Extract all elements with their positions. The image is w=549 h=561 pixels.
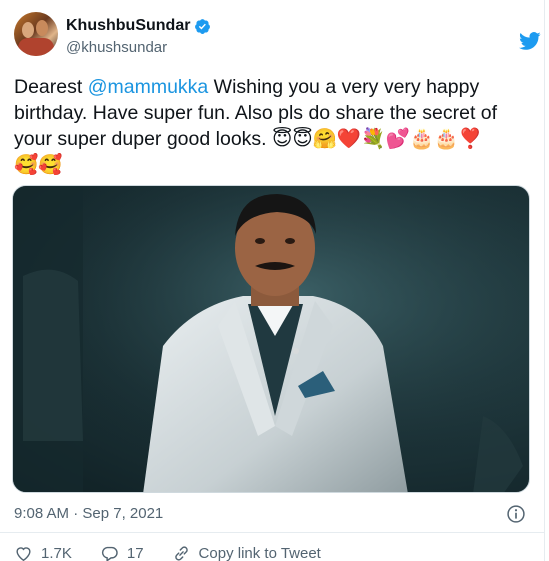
tweet-text: Dearest @mammukka Wishing you a very ver…	[14, 74, 534, 178]
mention-link[interactable]: @mammukka	[88, 76, 209, 98]
verified-badge-icon	[195, 18, 211, 34]
reply-button[interactable]: 17	[100, 544, 144, 561]
heart-icon	[16, 546, 31, 561]
info-icon[interactable]	[506, 504, 526, 524]
emoji-sequence: 😇😇🤗❤️💐💕🎂🎂❣️	[272, 128, 483, 150]
tweet-timestamp[interactable]: 9:08 AM · Sep 7, 2021	[14, 504, 163, 524]
tweet-text-part: Dearest	[14, 76, 88, 98]
link-icon	[174, 545, 188, 561]
emoji-sequence: 🥰🥰	[14, 154, 63, 176]
reply-count: 17	[126, 544, 144, 561]
user-handle[interactable]: @khushsundar	[66, 38, 211, 58]
avatar[interactable]	[14, 12, 58, 56]
portrait-illustration	[13, 186, 529, 492]
display-name[interactable]: KhushbuSundar	[66, 16, 190, 36]
divider	[0, 532, 544, 533]
tweet-actions: 1.7K 17 Copy link to Tweet	[14, 543, 349, 561]
tweet-photo[interactable]	[12, 185, 530, 493]
reply-bubble-icon	[101, 546, 118, 561]
twitter-bird-icon[interactable]	[518, 30, 542, 52]
tweet-card: KhushbuSundar @khushsundar Dearest @mamm…	[0, 0, 549, 561]
copy-link-label: Copy link to Tweet	[198, 544, 321, 561]
card-border	[544, 0, 545, 561]
tweet-header: KhushbuSundar @khushsundar	[14, 12, 541, 62]
copy-link-button[interactable]: Copy link to Tweet	[172, 544, 321, 561]
user-names[interactable]: KhushbuSundar @khushsundar	[66, 16, 211, 58]
like-count: 1.7K	[41, 544, 72, 561]
like-button[interactable]: 1.7K	[14, 544, 72, 561]
